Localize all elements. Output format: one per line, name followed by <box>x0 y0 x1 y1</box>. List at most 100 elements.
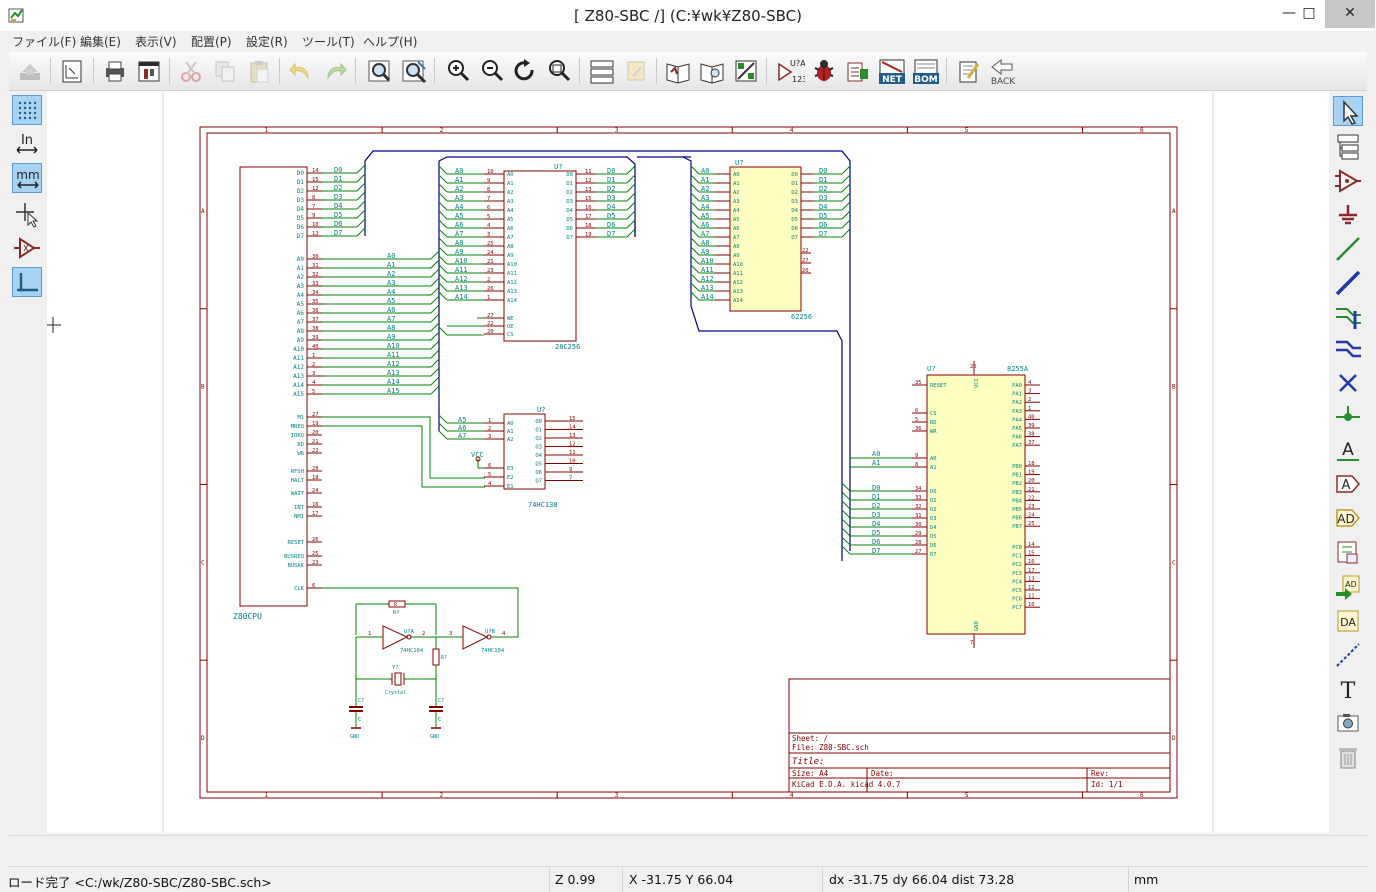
sheet-date: Date: <box>871 769 894 778</box>
net-label: A1 <box>872 459 880 467</box>
place-component-icon[interactable] <box>1333 166 1363 196</box>
place-bus-icon[interactable] <box>1333 268 1363 298</box>
bus-entry <box>690 192 700 202</box>
menu-preferences[interactable]: 設定(R) <box>246 33 288 50</box>
menu-tools[interactable]: ツール(T) <box>302 33 355 50</box>
svg-text:NET: NET <box>882 75 903 85</box>
redraw-icon[interactable] <box>510 56 540 86</box>
cpu-pin-name: D4 <box>297 206 305 213</box>
bom-icon[interactable]: BOM <box>911 56 941 86</box>
pcb-tools-icon[interactable] <box>843 56 873 86</box>
menu-bar: ファイル(F) 編集(E) 表示(V) 配置(P) 設定(R) ツール(T) ヘ… <box>0 31 1376 51</box>
hierarchical-sheet-icon[interactable] <box>1333 537 1363 567</box>
cpu-pin-name: D2 <box>297 188 305 195</box>
sheet-pin-icon[interactable]: DA <box>1333 606 1363 636</box>
import-footprints-icon[interactable] <box>954 56 984 86</box>
bus-entry <box>690 174 700 184</box>
cut-icon[interactable] <box>176 56 206 86</box>
status-bar: ロード完了 <C:/wk/Z80-SBC/Z80-SBC.sch> Z 0.99… <box>0 868 1376 892</box>
save-schematic-icon[interactable] <box>15 56 45 86</box>
place-power-icon[interactable] <box>1333 201 1363 231</box>
bus-entry <box>626 210 636 220</box>
find-replace-icon[interactable] <box>399 56 429 86</box>
hierarchical-label-icon[interactable]: AD <box>1333 503 1363 533</box>
plot-icon[interactable] <box>134 56 164 86</box>
units-mm-icon[interactable]: mm <box>12 163 42 193</box>
net-label: A8 <box>701 239 709 247</box>
menu-view[interactable]: 表示(V) <box>135 33 177 50</box>
ppi-pin-name: PA7 <box>1012 443 1022 449</box>
ram-pin-name: A7 <box>733 235 740 241</box>
back-icon[interactable]: BACK <box>988 56 1018 87</box>
place-wire-icon[interactable] <box>1333 234 1363 264</box>
library-browser-icon[interactable] <box>697 56 727 86</box>
units-inch-icon[interactable]: In <box>12 129 42 159</box>
cpu-pin-name: A4 <box>297 292 305 299</box>
graphic-line-icon[interactable] <box>1333 640 1363 670</box>
cpu-pin-number: 25 <box>312 551 319 557</box>
delete-item-icon[interactable] <box>1333 742 1363 772</box>
netlist-icon[interactable]: NET <box>877 56 907 86</box>
footprint-assign-icon[interactable] <box>731 56 761 86</box>
menu-file[interactable]: ファイル(F) <box>12 33 76 50</box>
leave-sheet-icon[interactable] <box>621 56 651 86</box>
menu-help[interactable]: ヘルプ(H) <box>363 33 417 50</box>
menu-edit[interactable]: 編集(E) <box>80 33 121 50</box>
net-label-icon[interactable]: A <box>1333 435 1363 465</box>
junction-icon[interactable] <box>1333 402 1363 432</box>
rom-pin-name: A11 <box>507 271 517 277</box>
grid-toggle-icon[interactable] <box>12 95 42 125</box>
zoom-in-icon[interactable] <box>443 56 473 86</box>
global-label-icon[interactable]: A <box>1333 469 1363 499</box>
graphic-text-icon[interactable]: T <box>1333 674 1363 704</box>
cpu-pin-number: 38 <box>312 326 319 332</box>
ram-pin-name: A9 <box>733 253 740 259</box>
paste-icon[interactable] <box>244 56 274 86</box>
oscillator-circuit[interactable]: RR?U?A U?B74HC104 74HC1041 2 3 4R?Y?CrystalC?… <box>349 600 507 740</box>
cpu-pin-number: 28 <box>312 466 319 472</box>
net-label: D5 <box>819 212 827 220</box>
erc-icon[interactable] <box>809 56 839 86</box>
undo-icon[interactable] <box>286 56 316 86</box>
hierarchy-icon[interactable] <box>1333 131 1363 161</box>
cpu-pin-name: D6 <box>297 224 305 231</box>
schematic-canvas[interactable]: 112233445566AABBCCDD Sheet: / File: Z80-… <box>47 91 1329 833</box>
library-editor-icon[interactable] <box>663 56 693 86</box>
cursor-shape-icon[interactable] <box>12 199 42 229</box>
maximize-button[interactable]: □ <box>1288 0 1330 28</box>
ppi-8255a-body[interactable] <box>926 374 1026 635</box>
redo-icon[interactable] <box>320 56 350 86</box>
ppi-pin-number: 7 <box>970 640 973 646</box>
cpu-pin-name: A14 <box>293 382 304 389</box>
ppi-pin-number: 15 <box>1028 551 1035 557</box>
zoom-fit-icon[interactable] <box>544 56 574 86</box>
import-sheet-pin-icon[interactable]: AD <box>1333 572 1363 602</box>
bus-entry <box>430 367 440 377</box>
hierarchy-navigator-icon[interactable] <box>587 56 617 86</box>
bus-entry <box>438 228 448 238</box>
net-label: A5 <box>387 297 395 305</box>
select-arrow-icon[interactable] <box>1333 96 1363 126</box>
wire-bus-entry-icon[interactable] <box>1333 301 1363 331</box>
cpu-pin-number: 17 <box>312 511 319 517</box>
wire-45-degree-icon[interactable] <box>12 267 42 297</box>
net-label: D3 <box>607 194 615 202</box>
bus-entry <box>430 295 440 305</box>
annotate-icon[interactable]: U?A 123 <box>775 56 807 86</box>
schematic-drawing[interactable]: 112233445566A AB BC CD D Sheet: / File: Z80-… <box>47 91 1329 833</box>
net-label: A14 <box>701 293 714 301</box>
find-icon[interactable] <box>365 56 395 86</box>
no-connect-icon[interactable] <box>1333 368 1363 398</box>
close-button[interactable]: ✕ <box>1325 0 1375 28</box>
hidden-pins-icon[interactable] <box>12 233 42 263</box>
menu-place[interactable]: 配置(P) <box>191 33 232 50</box>
page-settings-icon[interactable] <box>57 56 87 86</box>
bus-bus-entry-icon[interactable] <box>1333 334 1363 364</box>
rom-28c256-body[interactable] <box>503 170 577 342</box>
inverter-u2b-value: 74HC104 <box>481 648 505 654</box>
add-image-icon[interactable] <box>1333 708 1363 738</box>
print-icon[interactable] <box>100 56 130 86</box>
copy-icon[interactable] <box>210 56 240 86</box>
svg-text:mm: mm <box>16 168 39 182</box>
zoom-out-icon[interactable] <box>477 56 507 86</box>
